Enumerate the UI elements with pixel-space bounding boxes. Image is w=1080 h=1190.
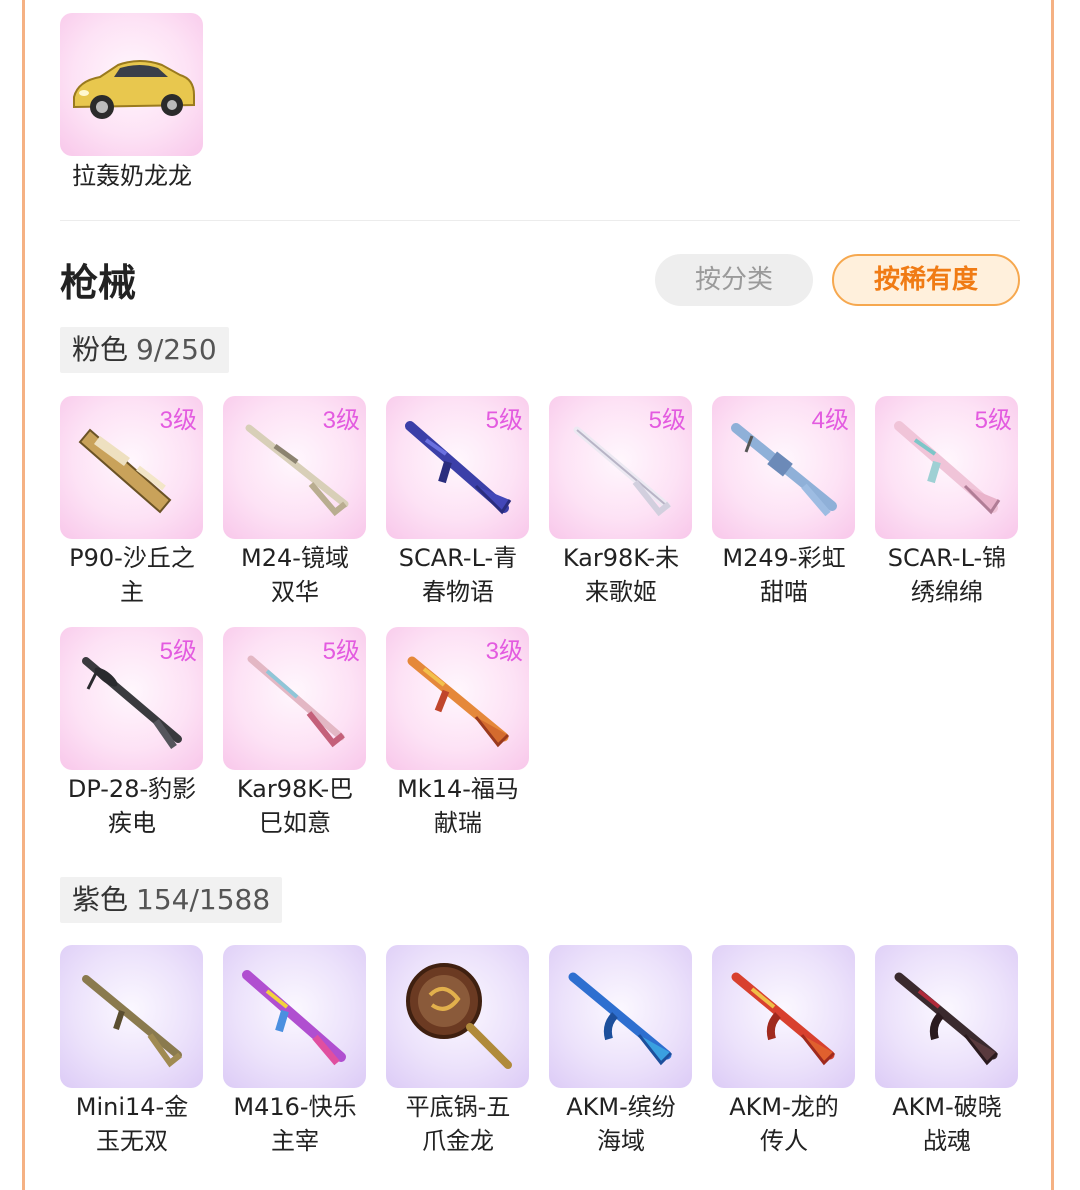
weapon-name: Kar98K-未 来歌姬: [562, 544, 680, 606]
weapon-name: Mk14-福马 献瑞: [397, 775, 519, 837]
frying-pan-icon: [406, 963, 512, 1069]
weapon-name: M24-镜域 双华: [241, 544, 349, 606]
weapon-name: M249-彩虹 甜喵: [722, 544, 846, 606]
group-label-pink: 粉色 9/250: [60, 327, 229, 373]
weapon-tile-akm-long[interactable]: [712, 945, 855, 1088]
level-badge: 4级: [811, 407, 849, 434]
weapon-name: SCAR-L-锦 绣绵绵: [887, 544, 1007, 606]
weapon-tile-akm-poxiao[interactable]: [875, 945, 1018, 1088]
level-badge: 5级: [322, 638, 360, 665]
weapon-tile-mk14[interactable]: 3级: [386, 627, 529, 770]
weapon-name: DP-28-豹影 疾电: [67, 775, 197, 837]
group-label-purple: 紫色 154/1588: [60, 877, 283, 923]
level-badge: 5级: [159, 638, 197, 665]
level-badge: 5级: [974, 407, 1012, 434]
weapon-tile-scar-jinxiu[interactable]: 5级: [875, 396, 1018, 539]
weapon-name: Kar98K-巴 巳如意: [236, 775, 354, 837]
level-badge: 5级: [485, 407, 523, 434]
weapon-tile-pan[interactable]: [386, 945, 529, 1088]
weapon-name: P90-沙丘之主: [69, 544, 195, 606]
assault-rifle-icon: [894, 972, 999, 1066]
weapon-tile-dp28[interactable]: 5级: [60, 627, 203, 770]
weapon-tile-p90[interactable]: 3级: [60, 396, 203, 539]
weapon-tile-mini14[interactable]: [60, 945, 203, 1088]
weapon-tile-m249[interactable]: 4级: [712, 396, 855, 539]
sort-by-rarity-button[interactable]: 按稀有度: [832, 254, 1020, 306]
assault-rifle-icon: [242, 970, 346, 1066]
weapon-tile-kar98k-weilai[interactable]: 5级: [549, 396, 692, 539]
group-name: 粉色: [72, 333, 129, 366]
group-count: 9/250: [136, 333, 217, 366]
section-divider: [60, 220, 1020, 221]
vehicle-name: 拉轰奶龙龙: [72, 162, 192, 190]
rifle-icon: [82, 975, 182, 1068]
weapon-name: 平底锅-五 爪金龙: [405, 1093, 511, 1155]
level-badge: 3级: [485, 638, 523, 665]
weapon-name: M416-快乐 主宰: [233, 1093, 357, 1155]
assault-rifle-icon: [568, 972, 673, 1066]
weapon-tile-m24[interactable]: 3级: [223, 396, 366, 539]
weapon-name: Mini14-金 玉无双: [75, 1093, 189, 1155]
group-count: 154/1588: [136, 883, 271, 916]
weapon-tile-m416[interactable]: [223, 945, 366, 1088]
car-icon: [73, 60, 195, 119]
weapon-tile-akm-binfen[interactable]: [549, 945, 692, 1088]
vehicle-tile[interactable]: [60, 13, 203, 156]
assault-rifle-icon: [731, 972, 836, 1066]
group-name: 紫色: [72, 883, 129, 916]
section-title: 枪械: [60, 261, 137, 305]
weapon-name: SCAR-L-青 春物语: [398, 544, 518, 606]
level-badge: 5级: [648, 407, 686, 434]
weapon-name: AKM-缤纷 海域: [566, 1093, 676, 1155]
level-badge: 3级: [322, 407, 360, 434]
weapon-name: AKM-龙的 传人: [729, 1093, 839, 1155]
level-badge: 3级: [159, 407, 197, 434]
weapon-tile-scar-qingchun[interactable]: 5级: [386, 396, 529, 539]
sort-by-category-button[interactable]: 按分类: [655, 254, 813, 306]
weapon-name: AKM-破晓 战魂: [892, 1093, 1002, 1155]
weapon-tile-kar98k-basi[interactable]: 5级: [223, 627, 366, 770]
